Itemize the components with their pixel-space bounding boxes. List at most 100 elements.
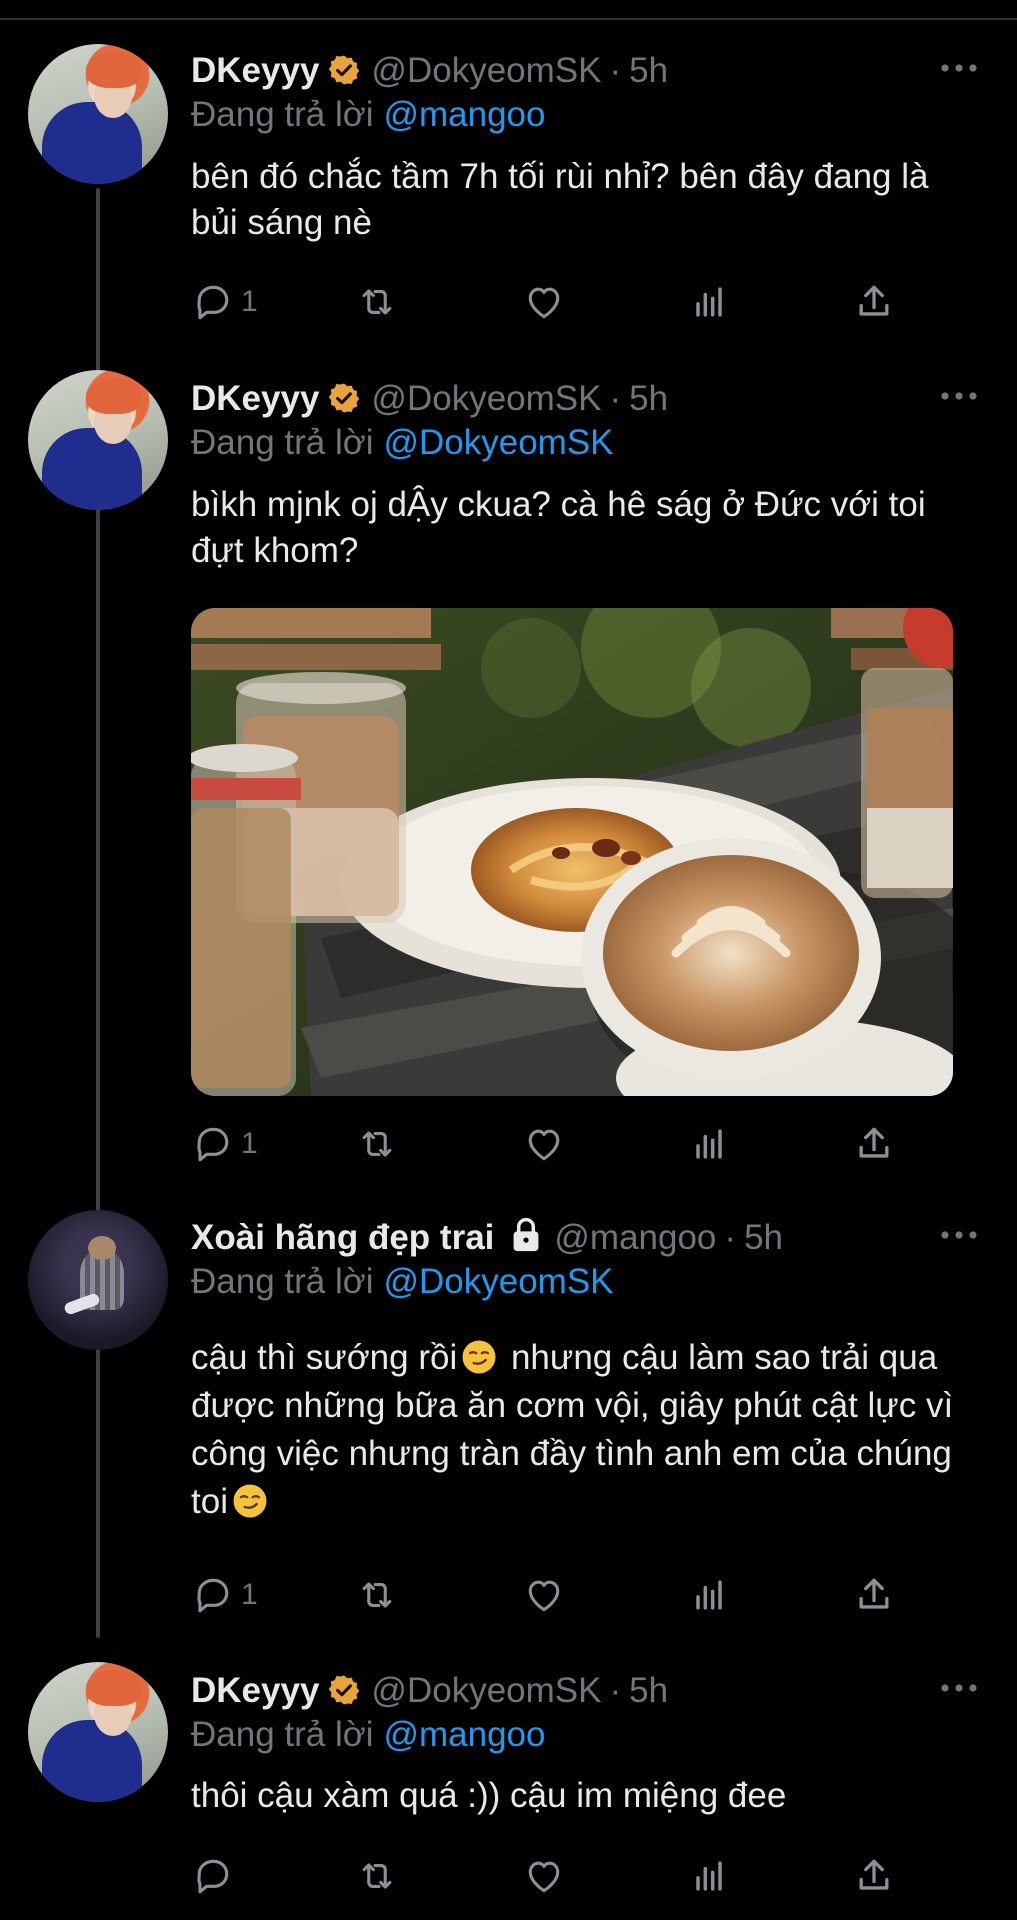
retweet-icon xyxy=(355,1122,399,1166)
replying-to: Đang trả lời @mangoo xyxy=(191,93,545,137)
replying-to: Đang trả lời @DokyeomSK xyxy=(191,1260,614,1304)
reply-icon xyxy=(191,1854,235,1898)
user-handle[interactable]: @mangoo xyxy=(554,1218,716,1257)
retweet-icon xyxy=(355,1573,399,1617)
avatar[interactable] xyxy=(28,1210,168,1350)
avatar[interactable] xyxy=(28,1662,168,1802)
reply-button[interactable]: 1 xyxy=(191,1120,258,1168)
attached-photo[interactable] xyxy=(191,608,953,1096)
coffee-photo-image xyxy=(191,608,953,1096)
retweet-button[interactable] xyxy=(355,1571,399,1619)
share-icon xyxy=(852,1122,896,1166)
tweet-header: DKeyyy @DokyeomSK · 5h xyxy=(191,377,668,421)
reply-prefix: Đang trả lời xyxy=(191,1262,374,1301)
separator-dot: · xyxy=(609,1671,622,1710)
retweet-button[interactable] xyxy=(355,278,399,326)
like-button[interactable] xyxy=(522,278,566,326)
separator-dot: · xyxy=(724,1218,737,1257)
retweet-icon xyxy=(355,280,399,324)
reply-button[interactable]: 1 xyxy=(191,1571,258,1619)
reply-mention-link[interactable]: @DokyeomSK xyxy=(383,1262,613,1301)
action-bar: 1 xyxy=(191,278,911,326)
user-handle[interactable]: @DokyeomSK xyxy=(371,379,601,418)
heart-icon xyxy=(522,1122,566,1166)
share-icon xyxy=(852,1854,896,1898)
timestamp[interactable]: 5h xyxy=(629,379,668,418)
action-bar: 1 xyxy=(191,1571,911,1619)
display-name[interactable]: DKeyyy xyxy=(191,379,319,418)
verified-badge-icon xyxy=(327,53,361,87)
views-chart-icon xyxy=(687,1573,731,1617)
share-icon xyxy=(852,280,896,324)
action-bar: 1 xyxy=(191,1120,911,1168)
views-chart-icon xyxy=(687,1854,731,1898)
verified-badge-icon xyxy=(327,1673,361,1707)
tweet-text: bên đó chắc tầm 7h tối rùi nhỉ? bên đây … xyxy=(191,157,929,242)
share-button[interactable] xyxy=(852,278,896,326)
tweet-text: cậu thì sướng rồi nhưng cậu làm sao trải… xyxy=(191,1334,981,1526)
heart-icon xyxy=(522,1573,566,1617)
reply-count: 1 xyxy=(241,285,258,318)
views-button[interactable] xyxy=(687,1120,731,1168)
display-name[interactable]: DKeyyy xyxy=(191,1671,319,1710)
tweet-text: thôi cậu xàm quá :)) cậu im miệng đee xyxy=(191,1776,787,1815)
reply-icon xyxy=(191,1122,235,1166)
reply-button[interactable] xyxy=(191,1852,241,1900)
retweet-icon xyxy=(355,1854,399,1898)
views-button[interactable] xyxy=(687,278,731,326)
more-options-icon[interactable] xyxy=(939,390,979,402)
reply-count: 1 xyxy=(241,1127,258,1160)
reply-prefix: Đang trả lời xyxy=(191,423,374,462)
reply-icon xyxy=(191,280,235,324)
user-handle[interactable]: @DokyeomSK xyxy=(371,51,601,90)
lock-icon xyxy=(508,1216,544,1254)
heart-icon xyxy=(522,1854,566,1898)
reply-mention-link[interactable]: @DokyeomSK xyxy=(383,423,613,462)
separator-dot: · xyxy=(609,51,622,90)
avatar[interactable] xyxy=(28,44,168,184)
tweet-text-part: cậu thì sướng rồi xyxy=(191,1338,458,1377)
replying-to: Đang trả lời @DokyeomSK xyxy=(191,421,614,465)
tweet-header: DKeyyy @DokyeomSK · 5h xyxy=(191,1669,668,1713)
share-button[interactable] xyxy=(852,1571,896,1619)
more-options-icon[interactable] xyxy=(939,62,979,74)
avatar[interactable] xyxy=(28,370,168,510)
views-chart-icon xyxy=(687,280,731,324)
separator-dot: · xyxy=(609,379,622,418)
timestamp[interactable]: 5h xyxy=(629,1671,668,1710)
display-name[interactable]: DKeyyy xyxy=(191,51,319,90)
views-button[interactable] xyxy=(687,1571,731,1619)
reply-count: 1 xyxy=(241,1578,258,1611)
replying-to: Đang trả lời @mangoo xyxy=(191,1713,545,1757)
share-button[interactable] xyxy=(852,1120,896,1168)
smirking-face-emoji-icon xyxy=(461,1339,497,1375)
user-handle[interactable]: @DokyeomSK xyxy=(371,1671,601,1710)
retweet-button[interactable] xyxy=(355,1852,399,1900)
share-button[interactable] xyxy=(852,1852,896,1900)
more-options-icon[interactable] xyxy=(939,1229,979,1241)
top-divider xyxy=(0,0,1017,20)
reply-icon xyxy=(191,1573,235,1617)
more-options-icon[interactable] xyxy=(939,1682,979,1694)
smirking-face-emoji-icon xyxy=(232,1483,268,1519)
reply-prefix: Đang trả lời xyxy=(191,1715,374,1754)
timestamp[interactable]: 5h xyxy=(744,1218,783,1257)
like-button[interactable] xyxy=(522,1571,566,1619)
reply-button[interactable]: 1 xyxy=(191,278,258,326)
action-bar xyxy=(191,1852,911,1900)
display-name[interactable]: Xoài hãng đẹp trai xyxy=(191,1218,494,1257)
share-icon xyxy=(852,1573,896,1617)
tweet-header: Xoài hãng đẹp trai @mangoo · 5h xyxy=(191,1216,783,1260)
retweet-button[interactable] xyxy=(355,1120,399,1168)
tweet-text: bìkh mjnk oj dẬy ckua? cà hê ság ở Đức v… xyxy=(191,485,926,570)
verified-badge-icon xyxy=(327,381,361,415)
reply-mention-link[interactable]: @mangoo xyxy=(383,95,545,134)
reply-prefix: Đang trả lời xyxy=(191,95,374,134)
reply-mention-link[interactable]: @mangoo xyxy=(383,1715,545,1754)
timestamp[interactable]: 5h xyxy=(629,51,668,90)
views-chart-icon xyxy=(687,1122,731,1166)
like-button[interactable] xyxy=(522,1852,566,1900)
heart-icon xyxy=(522,280,566,324)
views-button[interactable] xyxy=(687,1852,731,1900)
like-button[interactable] xyxy=(522,1120,566,1168)
